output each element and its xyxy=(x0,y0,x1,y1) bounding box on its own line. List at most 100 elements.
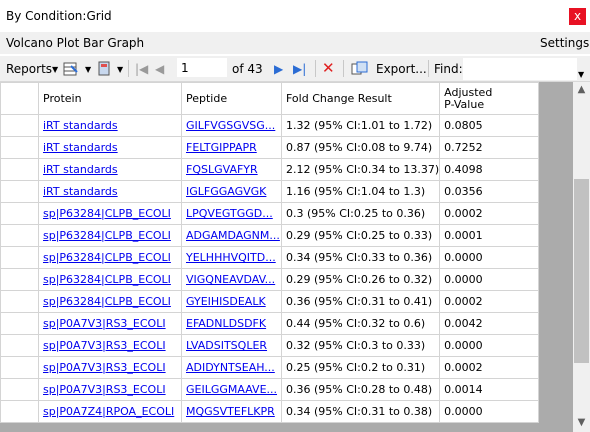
protein-link[interactable]: sp|P63284|CLPB_ECOLI xyxy=(43,295,171,308)
reports-chevron-icon[interactable]: ▼ xyxy=(52,65,58,74)
p-value-cell[interactable]: 0.0002 xyxy=(439,356,540,379)
table-row[interactable]: sp|P0A7V3|RS3_ECOLI EFADNLDSDFK 0.44 (95% … xyxy=(0,312,540,335)
p-value-cell[interactable]: 0.7252 xyxy=(439,136,540,159)
table-row[interactable]: iRT standards IGLFGGAGVGK 1.16 (95% CI:1.0… xyxy=(0,180,540,203)
p-value-cell[interactable]: 0.0002 xyxy=(439,202,540,225)
table-row[interactable]: sp|P63284|CLPB_ECOLI LPQVEGTGGD... 0.3 (95… xyxy=(0,202,540,225)
p-value-cell[interactable]: 0.0000 xyxy=(439,400,540,423)
table-row[interactable]: sp|P0A7Z4|RPOA_ECOLI MQGSVTEFLKPR 0.34 (95… xyxy=(0,400,540,423)
protein-cell[interactable]: sp|P0A7Z4|RPOA_ECOLI xyxy=(38,400,182,423)
fold-change-cell[interactable]: 0.36 (95% CI:0.31 to 0.41) xyxy=(280,290,441,313)
peptide-cell[interactable]: YELHHHVQITD... xyxy=(181,246,282,269)
protein-cell[interactable]: sp|P63284|CLPB_ECOLI xyxy=(38,246,182,269)
row-header[interactable] xyxy=(0,268,39,291)
peptide-cell[interactable]: GEILGGMAAVE... xyxy=(181,378,282,401)
row-header-corner[interactable] xyxy=(0,82,39,115)
peptide-link[interactable]: LVADSITSQLER xyxy=(186,339,267,352)
peptide-cell[interactable]: VIGQNEAVDAV... xyxy=(181,268,282,291)
copy-icon[interactable] xyxy=(351,61,369,76)
protein-cell[interactable]: sp|P63284|CLPB_ECOLI xyxy=(38,224,182,247)
protein-cell[interactable]: sp|P63284|CLPB_ECOLI xyxy=(38,202,182,225)
row-header[interactable] xyxy=(0,400,39,423)
peptide-link[interactable]: LPQVEGTGGD... xyxy=(186,207,273,220)
menu-bar-graph[interactable]: Bar Graph xyxy=(83,36,144,50)
row-header[interactable] xyxy=(0,378,39,401)
table-row[interactable]: sp|P63284|CLPB_ECOLI YELHHHVQITD... 0.34 (… xyxy=(0,246,540,269)
protein-link[interactable]: iRT standards xyxy=(43,185,118,198)
prev-page-icon[interactable]: ◀ xyxy=(155,62,164,76)
column-header-peptide[interactable]: Peptide xyxy=(181,82,282,115)
table-row[interactable]: iRT standards FQSLGVAFYR 2.12 (95% CI:0.34… xyxy=(0,158,540,181)
first-page-icon[interactable]: |◀ xyxy=(135,62,148,76)
columns-chevron-icon[interactable]: ▼ xyxy=(85,65,91,74)
peptide-cell[interactable]: EFADNLDSDFK xyxy=(181,312,282,335)
peptide-link[interactable]: GILFVGSGVSG... xyxy=(186,119,275,132)
peptide-link[interactable]: FQSLGVAFYR xyxy=(186,163,258,176)
peptide-link[interactable]: YELHHHVQITD... xyxy=(186,251,276,264)
row-header[interactable] xyxy=(0,356,39,379)
last-page-icon[interactable]: ▶| xyxy=(293,62,306,76)
p-value-cell[interactable]: 0.0000 xyxy=(439,268,540,291)
peptide-link[interactable]: ADGAMDAGNM... xyxy=(186,229,280,242)
fold-change-cell[interactable]: 0.29 (95% CI:0.25 to 0.33) xyxy=(280,224,441,247)
column-header-protein[interactable]: Protein xyxy=(38,82,182,115)
table-row[interactable]: sp|P0A7V3|RS3_ECOLI ADIDYNTSEAH... 0.25 (9… xyxy=(0,356,540,379)
row-header[interactable] xyxy=(0,246,39,269)
peptide-cell[interactable]: ADGAMDAGNM... xyxy=(181,224,282,247)
reports-dropdown[interactable]: Reports xyxy=(6,62,52,76)
close-button[interactable]: x xyxy=(569,8,586,25)
protein-link[interactable]: sp|P0A7Z4|RPOA_ECOLI xyxy=(43,405,174,418)
table-row[interactable]: sp|P63284|CLPB_ECOLI VIGQNEAVDAV... 0.29 (… xyxy=(0,268,540,291)
delete-icon[interactable]: ✕ xyxy=(322,59,335,77)
p-value-cell[interactable]: 0.0000 xyxy=(439,334,540,357)
peptide-cell[interactable]: MQGSVTEFLKPR xyxy=(181,400,282,423)
table-row[interactable]: sp|P63284|CLPB_ECOLI GYEIHISDEALK 0.36 (95… xyxy=(0,290,540,313)
table-row[interactable]: sp|P63284|CLPB_ECOLI ADGAMDAGNM... 0.29 (9… xyxy=(0,224,540,247)
fold-change-cell[interactable]: 1.32 (95% CI:1.01 to 1.72) xyxy=(280,114,441,137)
row-header[interactable] xyxy=(0,312,39,335)
fold-change-cell[interactable]: 0.29 (95% CI:0.26 to 0.32) xyxy=(280,268,441,291)
find-input[interactable] xyxy=(463,58,577,80)
protein-link[interactable]: sp|P63284|CLPB_ECOLI xyxy=(43,207,171,220)
protein-cell[interactable]: sp|P63284|CLPB_ECOLI xyxy=(38,290,182,313)
protein-link[interactable]: iRT standards xyxy=(43,163,118,176)
protein-link[interactable]: iRT standards xyxy=(43,141,118,154)
scroll-up-icon[interactable]: ▲ xyxy=(573,84,590,95)
peptide-cell[interactable]: GILFVGSGVSG... xyxy=(181,114,282,137)
peptide-link[interactable]: GYEIHISDEALK xyxy=(186,295,266,308)
peptide-cell[interactable]: IGLFGGAGVGK xyxy=(181,180,282,203)
fold-change-cell[interactable]: 0.36 (95% CI:0.28 to 0.48) xyxy=(280,378,441,401)
p-value-cell[interactable]: 0.4098 xyxy=(439,158,540,181)
fold-change-cell[interactable]: 0.34 (95% CI:0.31 to 0.38) xyxy=(280,400,441,423)
columns-icon[interactable] xyxy=(63,62,79,76)
row-header[interactable] xyxy=(0,334,39,357)
protein-cell[interactable]: iRT standards xyxy=(38,114,182,137)
protein-cell[interactable]: sp|P0A7V3|RS3_ECOLI xyxy=(38,312,182,335)
column-header-fold-change[interactable]: Fold Change Result xyxy=(280,82,441,115)
protein-cell[interactable]: iRT standards xyxy=(38,136,182,159)
row-header[interactable] xyxy=(0,114,39,137)
row-header[interactable] xyxy=(0,290,39,313)
p-value-cell[interactable]: 0.0002 xyxy=(439,290,540,313)
protein-link[interactable]: sp|P63284|CLPB_ECOLI xyxy=(43,229,171,242)
p-value-cell[interactable]: 0.0014 xyxy=(439,378,540,401)
fold-change-cell[interactable]: 0.34 (95% CI:0.33 to 0.36) xyxy=(280,246,441,269)
protein-link[interactable]: iRT standards xyxy=(43,119,118,132)
row-header[interactable] xyxy=(0,158,39,181)
page-number-input[interactable]: 1 xyxy=(177,58,227,77)
protein-cell[interactable]: sp|P0A7V3|RS3_ECOLI xyxy=(38,378,182,401)
protein-cell[interactable]: sp|P63284|CLPB_ECOLI xyxy=(38,268,182,291)
protein-link[interactable]: sp|P63284|CLPB_ECOLI xyxy=(43,273,171,286)
fold-change-cell[interactable]: 0.44 (95% CI:0.32 to 0.6) xyxy=(280,312,441,335)
peptide-cell[interactable]: LVADSITSQLER xyxy=(181,334,282,357)
peptide-link[interactable]: EFADNLDSDFK xyxy=(186,317,266,330)
row-header[interactable] xyxy=(0,202,39,225)
peptide-link[interactable]: VIGQNEAVDAV... xyxy=(186,273,275,286)
vertical-scrollbar[interactable]: ▲ ▼ xyxy=(573,82,590,432)
menu-settings[interactable]: Settings xyxy=(540,36,589,50)
protein-link[interactable]: sp|P63284|CLPB_ECOLI xyxy=(43,251,171,264)
protein-link[interactable]: sp|P0A7V3|RS3_ECOLI xyxy=(43,339,166,352)
protein-link[interactable]: sp|P0A7V3|RS3_ECOLI xyxy=(43,361,166,374)
p-value-cell[interactable]: 0.0001 xyxy=(439,224,540,247)
fold-change-cell[interactable]: 1.16 (95% CI:1.04 to 1.3) xyxy=(280,180,441,203)
